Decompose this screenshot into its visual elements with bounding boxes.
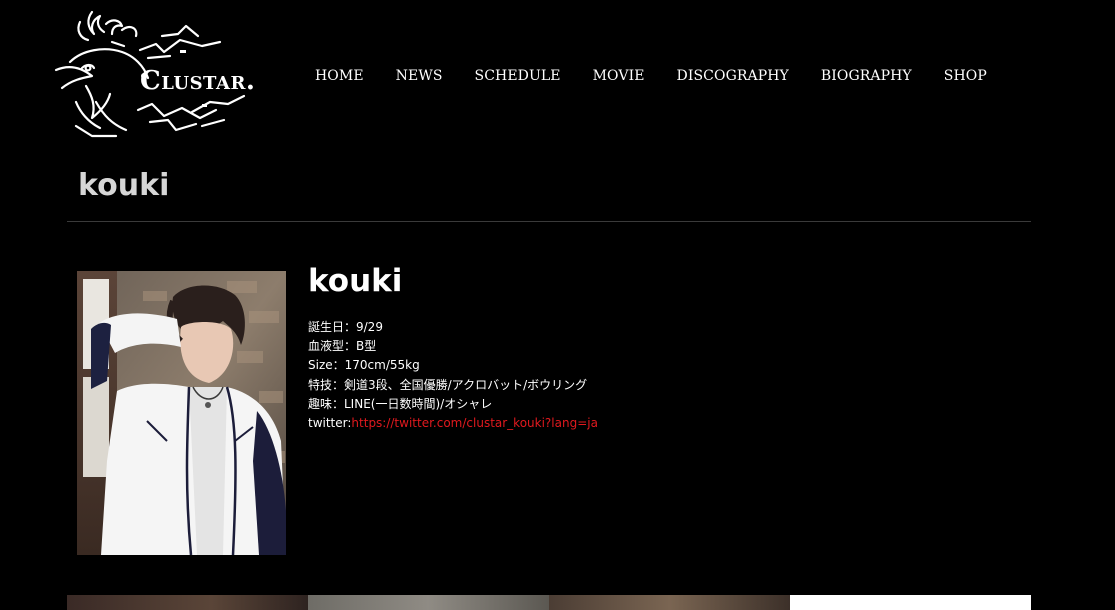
profile-photo xyxy=(77,271,286,555)
profile-blood-type: 血液型：B型 xyxy=(308,339,377,354)
profile-size: Size：170cm/55kg xyxy=(308,358,420,373)
gallery-image[interactable] xyxy=(790,595,1031,610)
gallery-image[interactable] xyxy=(67,595,308,610)
site-logo[interactable]: Clustar. xyxy=(52,6,278,140)
nav-home[interactable]: HOME xyxy=(299,60,380,92)
profile-hobbies: 趣味：LINE(一日数時間)/オシャレ xyxy=(308,396,493,411)
nav-discography[interactable]: DISCOGRAPHY xyxy=(661,60,805,92)
profile-twitter: twitter:https://twitter.com/clustar_kouk… xyxy=(308,414,598,433)
twitter-link[interactable]: https://twitter.com/clustar_kouki?lang=j… xyxy=(351,416,598,430)
gallery-image[interactable] xyxy=(308,595,549,610)
profile-details: 誕生日：9/29 血液型：B型 Size：170cm/55kg 特技：剣道3段、… xyxy=(308,318,598,433)
nav-movie[interactable]: MOVIE xyxy=(577,60,661,92)
page: Clustar. HOME NEWS SCHEDULE MOVIE DISCOG… xyxy=(0,0,1115,610)
photo-gallery xyxy=(67,595,1031,610)
profile-skills: 特技：剣道3段、全国優勝/アクロバット/ボウリング xyxy=(308,377,588,392)
nav-schedule[interactable]: SCHEDULE xyxy=(459,60,577,92)
page-title: kouki xyxy=(78,168,170,203)
title-divider xyxy=(67,221,1031,222)
twitter-label: twitter: xyxy=(308,416,352,431)
profile-name: kouki xyxy=(308,263,403,299)
brand-name: Clustar. xyxy=(140,66,256,96)
profile-birthday: 誕生日：9/29 xyxy=(308,320,383,334)
portrait-image xyxy=(77,271,286,555)
gallery-image[interactable] xyxy=(549,595,790,610)
nav-shop[interactable]: SHOP xyxy=(928,60,1003,92)
nav-biography[interactable]: BIOGRAPHY xyxy=(805,60,928,92)
main-nav: HOME NEWS SCHEDULE MOVIE DISCOGRAPHY BIO… xyxy=(299,60,1003,92)
nav-news[interactable]: NEWS xyxy=(380,60,459,92)
